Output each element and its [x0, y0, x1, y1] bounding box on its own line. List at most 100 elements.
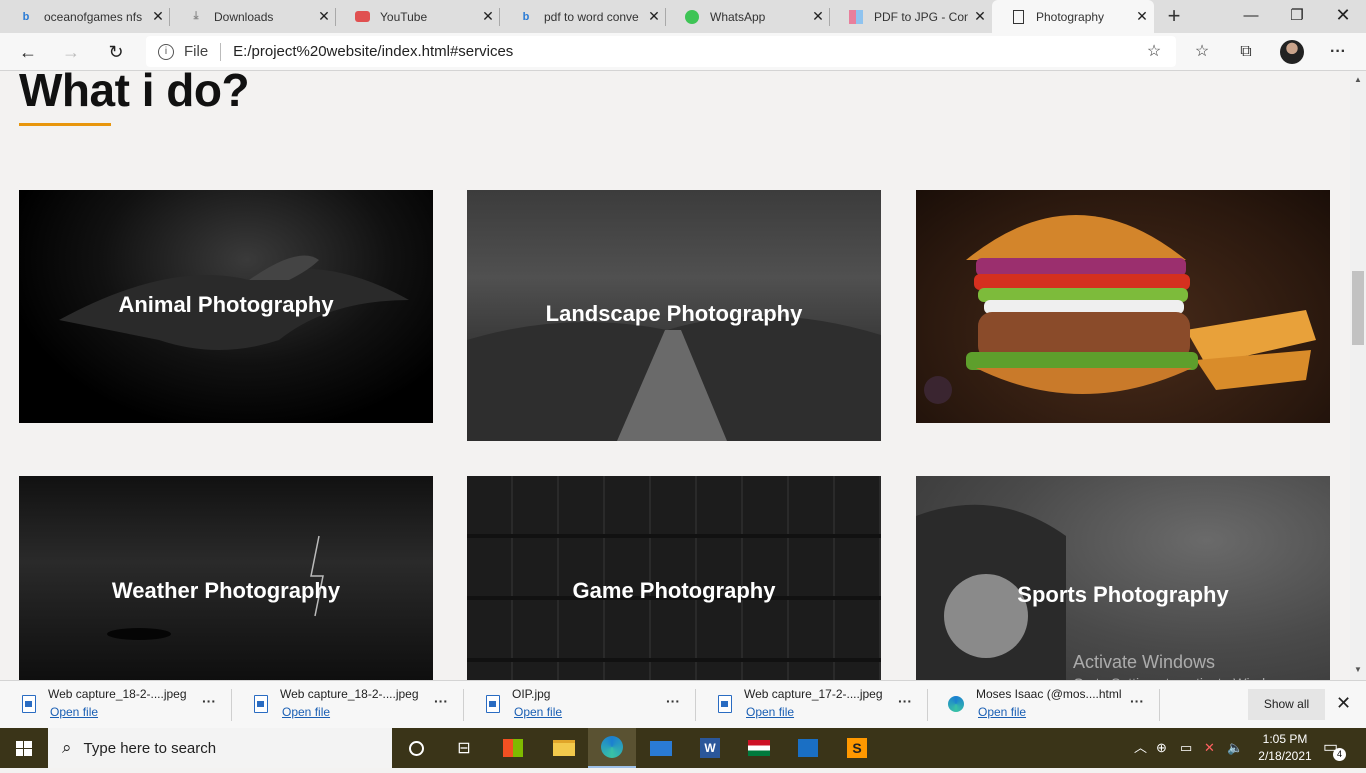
download-item[interactable]: Moses Isaac (@mos....html Open file ···	[928, 681, 1160, 729]
close-window-button[interactable]: ✕	[1320, 0, 1366, 33]
service-card-game[interactable]: Game Photography	[467, 476, 881, 680]
browser-tab-strip: b oceanofgames nfs ✕ ⤓ Downloads ✕ YouTu…	[0, 0, 1366, 33]
more-options-icon[interactable]: ···	[666, 693, 680, 709]
cortana-icon[interactable]	[392, 728, 440, 768]
service-card-animal[interactable]: Animal Photography	[19, 190, 433, 423]
show-all-button[interactable]: Show all	[1248, 689, 1325, 720]
network-error-icon[interactable]: ✕	[1204, 728, 1215, 768]
service-card-food[interactable]	[916, 190, 1330, 423]
address-bar[interactable]: i File E:/project%20website/index.html#s…	[146, 36, 1176, 67]
search-icon: ⌕	[62, 738, 72, 757]
tab-youtube[interactable]: YouTube ✕	[336, 0, 500, 33]
download-item[interactable]: Web capture_18-2-....jpeg Open file ···	[0, 681, 232, 729]
windows-logo-icon	[16, 741, 32, 756]
card-title: Weather Photography	[111, 578, 341, 603]
download-item[interactable]: OIP.jpg Open file ···	[464, 681, 696, 729]
close-icon[interactable]: ✕	[146, 8, 170, 25]
more-menu-icon[interactable]: ···	[1326, 40, 1350, 64]
whatsapp-icon	[684, 9, 700, 25]
open-file-link[interactable]: Open file	[514, 705, 562, 719]
new-tab-button[interactable]: +	[1160, 4, 1188, 30]
back-button[interactable]: ←	[14, 38, 42, 66]
close-icon[interactable]: ✕	[806, 8, 830, 25]
edge-taskbar-icon[interactable]	[588, 728, 636, 768]
service-card-sports[interactable]: Sports Photography	[916, 476, 1330, 680]
open-file-link[interactable]: Open file	[746, 705, 794, 719]
tab-pdf-to-word[interactable]: b pdf to word conve ✕	[500, 0, 666, 33]
close-icon[interactable]: ✕	[968, 8, 992, 25]
tab-pdf-to-jpg[interactable]: PDF to JPG - Conv ✕	[830, 0, 992, 33]
page-icon	[1010, 9, 1026, 25]
scroll-up-arrow[interactable]: ▲	[1350, 75, 1366, 84]
more-options-icon[interactable]: ···	[202, 693, 216, 709]
language-icon[interactable]: ⊕	[1156, 728, 1167, 768]
page-scrollbar[interactable]: ▲ ▼	[1350, 71, 1366, 680]
download-item[interactable]: Web capture_17-2-....jpeg Open file ···	[696, 681, 928, 729]
service-card-landscape[interactable]: Landscape Photography	[467, 190, 881, 441]
task-view-icon[interactable]: ⊟	[440, 728, 488, 768]
grid-icon	[848, 9, 864, 25]
close-icon[interactable]: ✕	[1130, 8, 1154, 25]
card-title: Landscape Photography	[545, 301, 803, 326]
tab-oceanofgames[interactable]: b oceanofgames nfs ✕	[0, 0, 170, 33]
word-icon[interactable]: W	[686, 728, 734, 768]
volume-icon[interactable]: 🔈	[1227, 728, 1243, 768]
restore-button[interactable]: ❐	[1274, 0, 1320, 33]
tab-downloads[interactable]: ⤓ Downloads ✕	[170, 0, 336, 33]
edge-icon	[948, 696, 964, 712]
collections-icon[interactable]: ⧉	[1234, 40, 1258, 64]
protocol-label: File	[184, 43, 209, 60]
notifications-icon[interactable]: ▭ 4	[1323, 728, 1346, 768]
start-button[interactable]	[0, 728, 48, 768]
image-file-icon	[486, 695, 500, 713]
minimize-button[interactable]: —	[1228, 0, 1274, 33]
tab-whatsapp[interactable]: WhatsApp ✕	[666, 0, 830, 33]
card-title: Animal Photography	[118, 292, 334, 317]
file-explorer-icon[interactable]	[540, 728, 588, 768]
more-options-icon[interactable]: ···	[1130, 693, 1144, 709]
baseball-image	[916, 504, 1066, 680]
open-file-link[interactable]: Open file	[50, 705, 98, 719]
system-clock[interactable]: 1:05 PM 2/18/2021	[1253, 731, 1317, 765]
tab-photography[interactable]: Photography ✕	[992, 0, 1154, 33]
open-file-link[interactable]: Open file	[978, 705, 1026, 719]
more-options-icon[interactable]: ···	[898, 693, 912, 709]
forward-button[interactable]: →	[57, 38, 85, 66]
sublime-text-icon[interactable]: S	[833, 728, 881, 768]
photos-icon[interactable]	[784, 728, 832, 768]
download-icon: ⤓	[193, 10, 199, 22]
url-text[interactable]: E:/project%20website/index.html#services	[233, 43, 513, 60]
mail-icon[interactable]	[637, 728, 685, 768]
service-card-weather[interactable]: Weather Photography	[19, 476, 433, 680]
scrollbar-thumb[interactable]	[1352, 271, 1364, 345]
image-file-icon	[22, 695, 36, 713]
open-file-link[interactable]: Open file	[282, 705, 330, 719]
profile-avatar[interactable]	[1280, 40, 1304, 64]
scroll-down-arrow[interactable]: ▼	[1350, 665, 1366, 674]
flag-app-icon[interactable]	[735, 728, 783, 768]
image-file-icon	[718, 695, 732, 713]
burger-image	[924, 215, 1316, 404]
taskbar-search-box[interactable]: ⌕ Type here to search	[48, 728, 392, 768]
info-icon[interactable]: i	[158, 43, 174, 60]
battery-icon[interactable]: ▭	[1180, 728, 1192, 768]
close-icon[interactable]: ✕	[476, 8, 500, 25]
tray-chevron-icon[interactable]: ︿	[1134, 728, 1147, 768]
windows-taskbar: ⌕ Type here to search ⊟ W S ︿ ⊕ ▭ ✕ 🔈 1:…	[0, 728, 1366, 768]
close-icon[interactable]: ✕	[642, 8, 666, 25]
store-icon[interactable]	[489, 728, 537, 768]
card-title: Game Photography	[572, 578, 776, 603]
close-download-bar-icon[interactable]: ✕	[1336, 693, 1351, 714]
refresh-button[interactable]: ↻	[102, 38, 130, 66]
section-heading: What i do?	[19, 71, 250, 116]
youtube-icon	[354, 9, 370, 25]
favorites-icon[interactable]: ☆	[1190, 40, 1214, 64]
more-options-icon[interactable]: ···	[434, 693, 448, 709]
card-title: Sports Photography	[1017, 582, 1229, 607]
close-icon[interactable]: ✕	[312, 8, 336, 25]
bing-icon: b	[22, 10, 30, 23]
download-bar: Web capture_18-2-....jpeg Open file ··· …	[0, 680, 1366, 728]
download-item[interactable]: Web capture_18-2-....jpeg Open file ···	[232, 681, 464, 729]
add-favorite-icon[interactable]: ☆	[1142, 40, 1166, 64]
image-file-icon	[254, 695, 268, 713]
